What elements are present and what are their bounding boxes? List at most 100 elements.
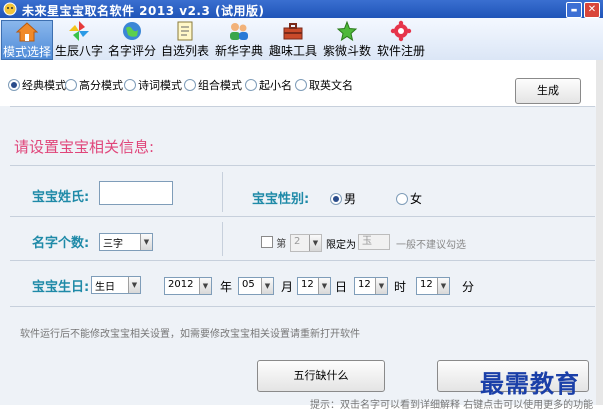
year-select[interactable]: 2012 ▼ bbox=[164, 277, 212, 295]
radio-label: 诗词模式 bbox=[138, 79, 182, 92]
watermark: 最需教育 bbox=[480, 369, 580, 398]
toolbox-icon bbox=[283, 23, 303, 40]
chevron-down-icon: ▼ bbox=[318, 278, 330, 294]
window-edge bbox=[596, 60, 603, 405]
mode-radio-highscore[interactable]: 高分模式 bbox=[65, 77, 123, 93]
radio-indicator bbox=[8, 79, 20, 91]
mode-options: 经典模式 高分模式 诗词模式 组合模式 起小名 取英文名 生成 bbox=[0, 60, 603, 106]
radio-indicator bbox=[396, 193, 408, 205]
app-icon bbox=[3, 2, 17, 16]
gender-radio-male[interactable]: 男 bbox=[330, 190, 356, 207]
surname-label: 宝宝姓氏: bbox=[32, 190, 90, 205]
radio-label: 起小名 bbox=[259, 79, 292, 92]
select-value: 12 bbox=[301, 279, 314, 290]
pinwheel-icon bbox=[69, 21, 89, 41]
radio-label: 组合模式 bbox=[198, 79, 242, 92]
chevron-down-icon: ▼ bbox=[140, 234, 152, 250]
select-value: 2 bbox=[294, 236, 301, 247]
minute-select[interactable]: 12 ▼ bbox=[416, 277, 450, 295]
tab-birth-chart[interactable]: 生辰八字 bbox=[55, 20, 103, 58]
minimize-button[interactable]: ▬ bbox=[566, 2, 582, 18]
tab-register[interactable]: 软件注册 bbox=[376, 20, 426, 58]
window-title: 未来星宝宝取名软件 2013 v2.3 (试用版) bbox=[22, 4, 265, 18]
radio-indicator bbox=[184, 79, 196, 91]
close-icon: ✕ bbox=[587, 4, 597, 15]
calendar-type-select[interactable]: 生日 ▼ bbox=[91, 276, 141, 294]
gender-label: 宝宝性别: bbox=[252, 192, 310, 207]
main-toolbar: 模式选择 生辰八字 名字评分 自选列表 新华字典 趣味工具 紫微斗数 软件注册 bbox=[0, 18, 603, 61]
tab-label: 名字评分 bbox=[108, 44, 157, 58]
select-value: 三字 bbox=[103, 239, 123, 250]
divider bbox=[222, 222, 223, 256]
mode-radio-combo[interactable]: 组合模式 bbox=[184, 77, 242, 93]
hour-select[interactable]: 12 ▼ bbox=[354, 277, 388, 295]
select-value: 12 bbox=[358, 279, 371, 290]
baby-info-panel: 请设置宝宝相关信息: 宝宝姓氏: 宝宝性别: 男 女 名字个数: 三字 ▼ 第 … bbox=[0, 106, 603, 411]
tab-name-score[interactable]: 名字评分 bbox=[108, 20, 156, 58]
birthday-label: 宝宝生日: bbox=[32, 280, 90, 295]
tab-dictionary[interactable]: 新华字典 bbox=[214, 20, 264, 58]
globe-icon bbox=[123, 22, 141, 40]
divider bbox=[10, 216, 595, 217]
tab-label: 软件注册 bbox=[376, 44, 425, 58]
radio-indicator bbox=[330, 193, 342, 205]
position-select[interactable]: 2 ▼ bbox=[290, 234, 322, 252]
chevron-down-icon: ▼ bbox=[437, 278, 449, 294]
radio-indicator bbox=[245, 79, 257, 91]
tab-label: 自选列表 bbox=[160, 44, 209, 58]
radio-label: 高分模式 bbox=[79, 79, 123, 92]
tab-ziwei[interactable]: 紫微斗数 bbox=[322, 20, 372, 58]
people-icon bbox=[230, 23, 248, 40]
wuxing-button[interactable]: 五行缺什么 bbox=[257, 360, 385, 392]
day-unit: 日 bbox=[335, 280, 348, 294]
radio-label: 女 bbox=[410, 192, 423, 206]
limit-char-input[interactable]: 玉 bbox=[358, 234, 390, 250]
generate-button[interactable]: 生成 bbox=[515, 78, 581, 104]
radio-label: 经典模式 bbox=[22, 79, 66, 92]
select-value: 生日 bbox=[95, 282, 115, 293]
hour-unit: 时 bbox=[394, 280, 407, 294]
minute-unit: 分 bbox=[462, 280, 475, 294]
month-unit: 月 bbox=[281, 280, 294, 294]
gender-radio-female[interactable]: 女 bbox=[396, 190, 422, 207]
hint-text: 提示：双击名字可以看到详细解释 右键点击可以使用更多的功能 bbox=[310, 400, 594, 411]
tab-mode-select[interactable]: 模式选择 bbox=[1, 20, 53, 60]
month-select[interactable]: 05 ▼ bbox=[238, 277, 274, 295]
restart-note: 软件运行后不能修改宝宝相关设置，如需要修改宝宝相关设置请重新打开软件 bbox=[20, 329, 360, 340]
divider bbox=[10, 306, 595, 307]
radio-indicator bbox=[295, 79, 307, 91]
stars-icon bbox=[336, 20, 358, 42]
mode-radio-poetry[interactable]: 诗词模式 bbox=[124, 77, 182, 93]
radio-label: 男 bbox=[344, 192, 357, 206]
radio-indicator bbox=[65, 79, 77, 91]
mode-radio-classic[interactable]: 经典模式 bbox=[8, 77, 66, 93]
name-count-select[interactable]: 三字 ▼ bbox=[99, 233, 153, 251]
mode-radio-nickname[interactable]: 起小名 bbox=[245, 77, 292, 93]
tab-custom-list[interactable]: 自选列表 bbox=[160, 20, 210, 58]
limit-note: 一般不建议勾选 bbox=[396, 240, 466, 251]
close-button[interactable]: ✕ bbox=[584, 2, 600, 18]
house-icon bbox=[15, 22, 39, 42]
day-select[interactable]: 12 ▼ bbox=[297, 277, 331, 295]
divider bbox=[10, 106, 595, 107]
chevron-down-icon: ▼ bbox=[199, 278, 211, 294]
title-bar: 未来星宝宝取名软件 2013 v2.3 (试用版) ▬ ✕ bbox=[0, 0, 603, 18]
chevron-down-icon: ▼ bbox=[261, 278, 273, 294]
name-count-label: 名字个数: bbox=[32, 236, 90, 251]
tab-label: 趣味工具 bbox=[268, 44, 317, 58]
radio-label: 取英文名 bbox=[309, 79, 353, 92]
minimize-icon: ▬ bbox=[570, 6, 578, 14]
tab-fun-tools[interactable]: 趣味工具 bbox=[268, 20, 318, 58]
divider bbox=[10, 260, 595, 261]
limit-label: 限定为 bbox=[326, 240, 356, 251]
position-checkbox[interactable]: 第 bbox=[261, 235, 286, 250]
select-value: 2012 bbox=[168, 279, 194, 290]
surname-input[interactable] bbox=[99, 181, 173, 205]
chevron-down-icon: ▼ bbox=[128, 277, 140, 293]
select-value: 12 bbox=[420, 279, 433, 290]
year-unit: 年 bbox=[220, 280, 233, 294]
divider bbox=[222, 172, 223, 212]
checkbox-box bbox=[261, 236, 273, 248]
divider bbox=[10, 165, 595, 166]
mode-radio-english[interactable]: 取英文名 bbox=[295, 77, 353, 93]
